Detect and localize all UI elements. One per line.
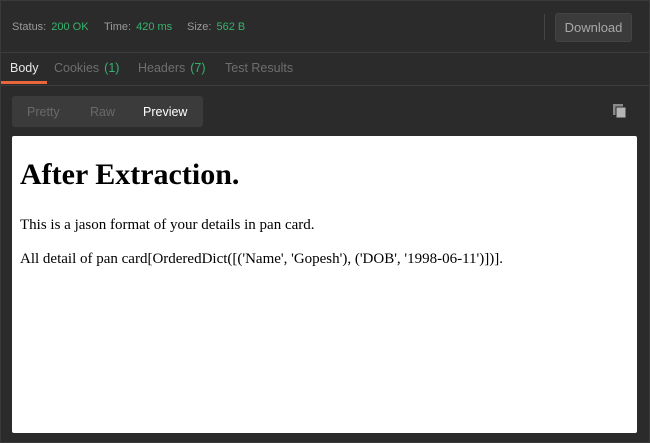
view-preview-button[interactable]: Preview	[143, 105, 187, 119]
tab-cookies-label: Cookies	[54, 61, 100, 75]
preview-line-1: This is a jason format of your details i…	[20, 217, 315, 233]
preview-heading: After Extraction.	[20, 158, 240, 191]
tab-body-label: Body	[10, 61, 39, 75]
active-tab-indicator	[1, 81, 47, 84]
tab-cookies-count: (1)	[104, 61, 120, 75]
tab-headers-count: (7)	[190, 61, 206, 75]
response-status-bar: Status: 200 OK Time: 420 ms Size: 562 B Dow…	[1, 1, 649, 53]
view-pretty-button[interactable]: Pretty	[27, 105, 60, 119]
tab-cookies[interactable]: Cookies (1)	[54, 61, 119, 75]
preview-line-2: All detail of pan card[OrderedDict([('Na…	[20, 251, 503, 267]
view-raw-button[interactable]: Raw	[90, 105, 115, 119]
time-label: Time:	[104, 21, 132, 33]
status-label: Status:	[12, 21, 47, 33]
copy-icon[interactable]	[612, 103, 628, 119]
size-label: Size:	[187, 21, 212, 33]
response-tabs: Body Cookies (1) Headers (7) Test Results	[1, 53, 649, 86]
time-indicator: Time: 420 ms	[104, 21, 172, 33]
tab-headers-label: Headers	[138, 61, 186, 75]
preview-panel: After Extraction. This is a jason format…	[12, 136, 637, 433]
tab-body[interactable]: Body	[10, 61, 39, 75]
time-value: 420 ms	[136, 21, 173, 33]
tab-headers[interactable]: Headers (7)	[138, 61, 206, 75]
tab-test-results-label: Test Results	[225, 61, 294, 75]
size-value: 562 B	[216, 21, 246, 33]
divider	[544, 14, 545, 40]
download-button[interactable]: Download	[555, 13, 632, 42]
status-value: 200 OK	[51, 21, 89, 33]
view-mode-toggle: Pretty Raw Preview	[12, 96, 203, 127]
size-indicator: Size: 562 B	[187, 21, 245, 33]
tab-test-results[interactable]: Test Results	[225, 61, 293, 75]
response-pane: Status: 200 OK Time: 420 ms Size: 562 B Dow…	[0, 0, 650, 443]
status-indicator: Status: 200 OK	[12, 21, 89, 33]
